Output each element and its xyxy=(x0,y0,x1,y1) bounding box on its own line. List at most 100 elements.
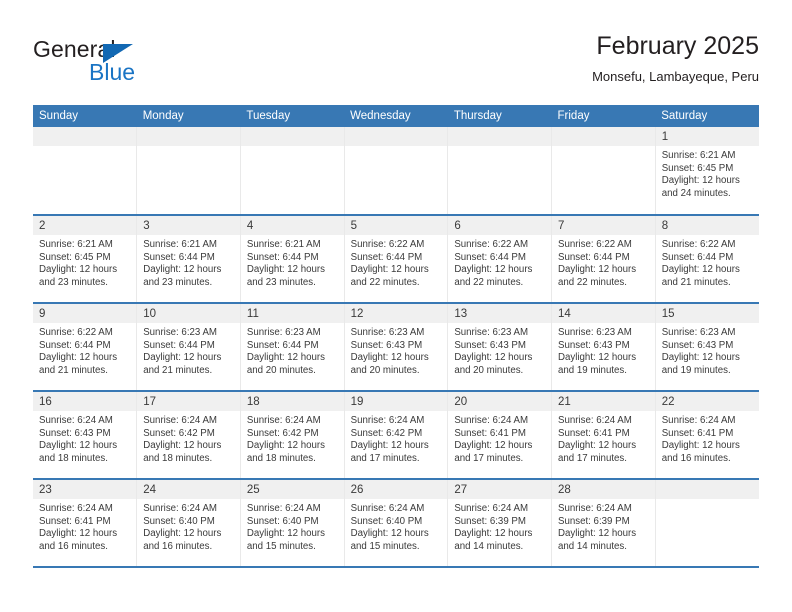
calendar-day-cell-empty xyxy=(447,127,553,216)
day-cell-details: Sunrise: 6:23 AM Sunset: 6:43 PM Daylight:… xyxy=(656,323,759,377)
day-number: 16 xyxy=(33,392,137,411)
weekday-header-friday: Friday xyxy=(551,105,656,127)
daylight-text-line1: Daylight: 12 hours xyxy=(350,440,429,452)
calendar-day-cell[interactable]: 1 Sunrise: 6:21 AM Sunset: 6:45 PM Daylight… xyxy=(655,127,759,216)
calendar-day-cell[interactable]: 15 Sunrise: 6:23 AM Sunset: 6:43 PM Dayligh… xyxy=(655,303,759,392)
sunrise-text: Sunrise: 6:24 AM xyxy=(39,415,113,426)
day-number: 18 xyxy=(240,392,344,411)
sunset-text: Sunset: 6:41 PM xyxy=(661,427,734,439)
day-cell-inner: 1 Sunrise: 6:21 AM Sunset: 6:45 PM Daylight… xyxy=(655,127,759,214)
day-number: 1 xyxy=(655,127,759,146)
day-number: 20 xyxy=(448,392,552,411)
daylight-text-line1: Daylight: 12 hours xyxy=(350,528,429,540)
brand-logo[interactable]: General Blue xyxy=(33,37,273,89)
daylight-text-line1: Daylight: 12 hours xyxy=(143,528,222,540)
calendar-day-cell[interactable]: 28 Sunrise: 6:24 AM Sunset: 6:39 PM Dayligh… xyxy=(551,479,656,568)
day-cell-details: Sunrise: 6:24 AM Sunset: 6:42 PM Daylight:… xyxy=(345,411,448,465)
calendar-day-cell[interactable]: 26 Sunrise: 6:24 AM Sunset: 6:40 PM Dayligh… xyxy=(344,479,449,568)
sunrise-text: Sunrise: 6:22 AM xyxy=(661,239,736,250)
weekday-header-tuesday: Tuesday xyxy=(240,105,345,127)
daylight-text-line1: Daylight: 12 hours xyxy=(350,264,429,276)
calendar-day-cell[interactable]: 6 Sunrise: 6:22 AM Sunset: 6:44 PM Daylight… xyxy=(447,215,553,304)
sunset-text: Sunset: 6:42 PM xyxy=(350,427,423,439)
location-subtitle: Monsefu, Lambayeque, Peru xyxy=(592,69,759,84)
day-cell-inner: 17 Sunrise: 6:24 AM Sunset: 6:42 PM Dayligh… xyxy=(137,392,240,478)
daylight-text-line1: Daylight: 12 hours xyxy=(143,440,222,452)
calendar-day-cell[interactable]: 19 Sunrise: 6:24 AM Sunset: 6:42 PM Dayligh… xyxy=(344,391,449,480)
calendar-week-row: 2 Sunrise: 6:21 AM Sunset: 6:45 PM Daylight… xyxy=(33,215,759,304)
calendar-day-cell[interactable]: 12 Sunrise: 6:23 AM Sunset: 6:43 PM Dayligh… xyxy=(344,303,449,392)
sunset-text: Sunset: 6:44 PM xyxy=(454,251,526,263)
sunset-text: Sunset: 6:40 PM xyxy=(350,515,423,527)
calendar-day-cell[interactable]: 4 Sunrise: 6:21 AM Sunset: 6:44 PM Daylight… xyxy=(240,215,345,304)
calendar-day-cell[interactable]: 5 Sunrise: 6:22 AM Sunset: 6:44 PM Daylight… xyxy=(344,215,449,304)
day-number: 21 xyxy=(552,392,655,411)
weekday-header-thursday: Thursday xyxy=(447,105,552,127)
day-cell-details: Sunrise: 6:21 AM Sunset: 6:45 PM Daylight:… xyxy=(33,235,136,289)
daylight-text-line1: Daylight: 12 hours xyxy=(454,352,533,364)
sunrise-text: Sunrise: 6:23 AM xyxy=(143,327,217,338)
calendar-day-cell[interactable]: 13 Sunrise: 6:23 AM Sunset: 6:43 PM Dayligh… xyxy=(447,303,553,392)
sunrise-text: Sunrise: 6:22 AM xyxy=(454,239,529,250)
daylight-text-line2: and 16 minutes. xyxy=(39,540,108,552)
day-cell-details: Sunrise: 6:22 AM Sunset: 6:44 PM Daylight:… xyxy=(656,235,759,289)
calendar-day-cell[interactable]: 9 Sunrise: 6:22 AM Sunset: 6:44 PM Daylight… xyxy=(33,303,138,392)
day-cell-inner xyxy=(344,127,448,214)
calendar-day-cell[interactable]: 8 Sunrise: 6:22 AM Sunset: 6:44 PM Daylight… xyxy=(655,215,759,304)
day-cell-details: Sunrise: 6:24 AM Sunset: 6:41 PM Daylight:… xyxy=(33,499,136,553)
calendar-week-row: 1 Sunrise: 6:21 AM Sunset: 6:45 PM Daylight… xyxy=(33,127,759,216)
sunset-text: Sunset: 6:45 PM xyxy=(661,162,734,174)
sunset-text: Sunset: 6:43 PM xyxy=(661,339,734,351)
daylight-text-line1: Daylight: 12 hours xyxy=(558,528,637,540)
sunrise-text: Sunrise: 6:24 AM xyxy=(143,503,217,514)
calendar-day-cell[interactable]: 25 Sunrise: 6:24 AM Sunset: 6:40 PM Dayligh… xyxy=(240,479,345,568)
calendar-day-cell[interactable]: 20 Sunrise: 6:24 AM Sunset: 6:41 PM Dayligh… xyxy=(447,391,553,480)
weekday-header-saturday: Saturday xyxy=(655,105,759,127)
calendar-day-cell[interactable]: 18 Sunrise: 6:24 AM Sunset: 6:42 PM Dayligh… xyxy=(240,391,345,480)
calendar-day-cell[interactable]: 14 Sunrise: 6:23 AM Sunset: 6:43 PM Dayligh… xyxy=(551,303,656,392)
calendar-day-cell[interactable]: 2 Sunrise: 6:21 AM Sunset: 6:45 PM Daylight… xyxy=(33,215,138,304)
daylight-text-line2: and 23 minutes. xyxy=(39,276,108,288)
calendar-day-cell-empty xyxy=(551,127,656,216)
calendar-day-cell[interactable]: 21 Sunrise: 6:24 AM Sunset: 6:41 PM Dayligh… xyxy=(551,391,656,480)
sunrise-text: Sunrise: 6:21 AM xyxy=(39,239,113,250)
calendar-day-cell[interactable]: 11 Sunrise: 6:23 AM Sunset: 6:44 PM Dayligh… xyxy=(240,303,345,392)
calendar-day-cell[interactable]: 17 Sunrise: 6:24 AM Sunset: 6:42 PM Dayligh… xyxy=(136,391,241,480)
daylight-text-line2: and 14 minutes. xyxy=(454,540,524,552)
sunrise-text: Sunrise: 6:24 AM xyxy=(454,415,529,426)
calendar-day-cell[interactable]: 22 Sunrise: 6:24 AM Sunset: 6:41 PM Dayligh… xyxy=(655,391,759,480)
day-cell-inner xyxy=(240,127,344,214)
calendar-day-cell[interactable]: 16 Sunrise: 6:24 AM Sunset: 6:43 PM Dayligh… xyxy=(33,391,138,480)
day-number xyxy=(552,127,655,146)
calendar-day-cell[interactable]: 10 Sunrise: 6:23 AM Sunset: 6:44 PM Dayligh… xyxy=(136,303,241,392)
day-number: 2 xyxy=(33,216,137,235)
calendar-page: General Blue February 2025 Monsefu, Lamb… xyxy=(0,0,792,612)
day-cell-details: Sunrise: 6:24 AM Sunset: 6:39 PM Daylight:… xyxy=(448,499,551,553)
daylight-text-line2: and 24 minutes. xyxy=(661,187,731,199)
sunrise-text: Sunrise: 6:23 AM xyxy=(661,327,736,338)
calendar-day-cell[interactable]: 3 Sunrise: 6:21 AM Sunset: 6:44 PM Daylight… xyxy=(136,215,241,304)
sunset-text: Sunset: 6:44 PM xyxy=(558,251,630,263)
calendar-day-cell[interactable]: 24 Sunrise: 6:24 AM Sunset: 6:40 PM Dayligh… xyxy=(136,479,241,568)
day-cell-inner: 26 Sunrise: 6:24 AM Sunset: 6:40 PM Dayligh… xyxy=(344,480,448,566)
day-number: 15 xyxy=(655,304,759,323)
day-number: 13 xyxy=(448,304,552,323)
daylight-text-line2: and 23 minutes. xyxy=(143,276,213,288)
day-cell-inner: 25 Sunrise: 6:24 AM Sunset: 6:40 PM Dayligh… xyxy=(240,480,344,566)
day-cell-details: Sunrise: 6:23 AM Sunset: 6:43 PM Daylight:… xyxy=(552,323,655,377)
daylight-text-line2: and 20 minutes. xyxy=(454,364,524,376)
calendar-day-cell[interactable]: 7 Sunrise: 6:22 AM Sunset: 6:44 PM Daylight… xyxy=(551,215,656,304)
daylight-text-line2: and 20 minutes. xyxy=(350,364,420,376)
calendar-day-cell[interactable]: 27 Sunrise: 6:24 AM Sunset: 6:39 PM Dayligh… xyxy=(447,479,553,568)
day-cell-inner: 19 Sunrise: 6:24 AM Sunset: 6:42 PM Dayligh… xyxy=(344,392,448,478)
day-cell-inner xyxy=(448,127,552,214)
day-cell-inner: 4 Sunrise: 6:21 AM Sunset: 6:44 PM Daylight… xyxy=(240,216,344,302)
day-cell-details: Sunrise: 6:21 AM Sunset: 6:45 PM Daylight:… xyxy=(656,146,759,200)
sunset-text: Sunset: 6:39 PM xyxy=(454,515,526,527)
daylight-text-line1: Daylight: 12 hours xyxy=(246,352,325,364)
calendar-grid: Sunday Monday Tuesday Wednesday Thursday… xyxy=(33,105,759,568)
day-cell-inner: 6 Sunrise: 6:22 AM Sunset: 6:44 PM Daylight… xyxy=(448,216,552,302)
sunset-text: Sunset: 6:43 PM xyxy=(39,427,111,439)
calendar-day-cell[interactable]: 23 Sunrise: 6:24 AM Sunset: 6:41 PM Dayligh… xyxy=(33,479,138,568)
daylight-text-line2: and 16 minutes. xyxy=(143,540,213,552)
